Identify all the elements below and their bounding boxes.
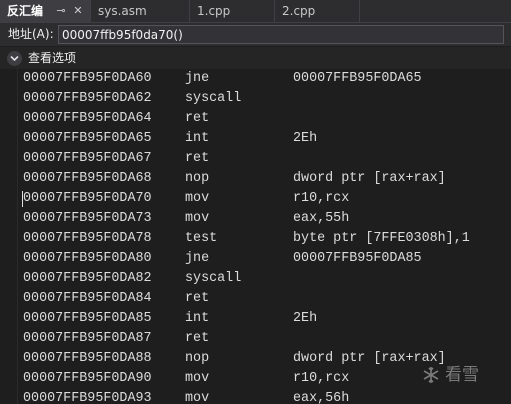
instruction-mnemonic: test — [185, 231, 218, 246]
disassembly-row[interactable]: 00007FFB95F0DA60 jne 00007FFB95F0DA65 — [0, 69, 511, 89]
watermark-text: 看雪 — [445, 365, 479, 385]
instruction-address: 00007FFB95F0DA60 — [23, 71, 152, 86]
instruction-mnemonic: ret — [185, 151, 210, 166]
chevron-down-icon[interactable] — [7, 51, 22, 66]
instruction-operands: eax,56h — [293, 391, 350, 404]
instruction-address: 00007FFB95F0DA73 — [23, 211, 152, 226]
instruction-address: 00007FFB95F0DA93 — [23, 391, 152, 404]
instruction-mnemonic: ret — [185, 291, 210, 306]
disassembly-row[interactable]: 00007FFB95F0DA87 ret — [0, 329, 511, 349]
disassembly-rows: 00007FFB95F0DA60 jne 00007FFB95F0DA65 00007… — [0, 69, 511, 404]
document-tab-strip: 反汇编 ⊸ ✕ sys.asm 1.cpp 2.cpp — [0, 0, 511, 23]
address-input[interactable] — [58, 25, 504, 44]
instruction-address: 00007FFB95F0DA70 — [23, 191, 152, 206]
disassembly-row[interactable]: 00007FFB95F0DA67 ret — [0, 149, 511, 169]
instruction-mnemonic: nop — [185, 351, 210, 366]
instruction-mnemonic: ret — [185, 331, 210, 346]
instruction-mnemonic: mov — [185, 371, 210, 386]
instruction-address: 00007FFB95F0DA88 — [23, 351, 152, 366]
instruction-address: 00007FFB95F0DA78 — [23, 231, 152, 246]
instruction-operands: 00007FFB95F0DA85 — [293, 251, 422, 266]
address-label: 地址(A): — [8, 27, 54, 41]
disassembly-row[interactable]: 00007FFB95F0DA80 jne 00007FFB95F0DA85 — [0, 249, 511, 269]
instruction-address: 00007FFB95F0DA64 — [23, 111, 152, 126]
instruction-mnemonic: jne — [185, 71, 210, 86]
tab-sys-asm-label: sys.asm — [98, 4, 147, 18]
tab-disassembly[interactable]: 反汇编 ⊸ ✕ — [0, 0, 91, 22]
instruction-operands: r10,rcx — [293, 371, 350, 386]
instruction-address: 00007FFB95F0DA80 — [23, 251, 152, 266]
disassembly-row[interactable]: 00007FFB95F0DA82 syscall — [0, 269, 511, 289]
disassembly-row[interactable]: 00007FFB95F0DA62 syscall — [0, 89, 511, 109]
view-options-label: 查看选项 — [28, 51, 77, 65]
instruction-address: 00007FFB95F0DA67 — [23, 151, 152, 166]
close-icon[interactable]: ✕ — [71, 0, 85, 22]
kanxue-logo-icon — [423, 367, 439, 383]
instruction-address: 00007FFB95F0DA65 — [23, 131, 152, 146]
disassembly-row[interactable]: 00007FFB95F0DA70 mov r10,rcx — [0, 189, 511, 209]
text-caret — [22, 191, 23, 207]
instruction-mnemonic: mov — [185, 391, 210, 404]
disassembly-row[interactable]: 00007FFB95F0DA93 mov eax,56h — [0, 389, 511, 404]
tab-sys-asm[interactable]: sys.asm — [91, 0, 190, 22]
address-bar: 地址(A): — [0, 23, 511, 46]
instruction-operands: dword ptr [rax+rax] — [293, 171, 446, 186]
disassembly-row[interactable]: 00007FFB95F0DA85 int 2Eh — [0, 309, 511, 329]
tab-2-cpp[interactable]: 2.cpp — [275, 0, 360, 22]
instruction-mnemonic: mov — [185, 211, 210, 226]
instruction-address: 00007FFB95F0DA82 — [23, 271, 152, 286]
tab-1-cpp[interactable]: 1.cpp — [190, 0, 275, 22]
instruction-address: 00007FFB95F0DA68 — [23, 171, 152, 186]
instruction-address: 00007FFB95F0DA87 — [23, 331, 152, 346]
instruction-operands: eax,55h — [293, 211, 350, 226]
instruction-address: 00007FFB95F0DA90 — [23, 371, 152, 386]
disassembly-row[interactable]: 00007FFB95F0DA73 mov eax,55h — [0, 209, 511, 229]
tab-disassembly-label: 反汇编 — [7, 4, 44, 18]
instruction-mnemonic: syscall — [185, 91, 242, 106]
disassembly-row[interactable]: 00007FFB95F0DA84 ret — [0, 289, 511, 309]
tab-1-cpp-label: 1.cpp — [197, 4, 231, 18]
instruction-mnemonic: ret — [185, 111, 210, 126]
pin-icon[interactable]: ⊸ — [54, 0, 68, 22]
instruction-address: 00007FFB95F0DA62 — [23, 91, 152, 106]
instruction-operands: byte ptr [7FFE0308h],1 — [293, 231, 470, 246]
instruction-mnemonic: int — [185, 131, 210, 146]
instruction-address: 00007FFB95F0DA84 — [23, 291, 152, 306]
instruction-mnemonic: nop — [185, 171, 210, 186]
instruction-address: 00007FFB95F0DA85 — [23, 311, 152, 326]
disassembly-row[interactable]: 00007FFB95F0DA65 int 2Eh — [0, 129, 511, 149]
view-options-bar[interactable]: 查看选项 — [0, 47, 511, 69]
disassembly-row[interactable]: 00007FFB95F0DA64 ret — [0, 109, 511, 129]
tab-2-cpp-label: 2.cpp — [282, 4, 316, 18]
instruction-operands: 00007FFB95F0DA65 — [293, 71, 422, 86]
instruction-mnemonic: jne — [185, 251, 210, 266]
disassembly-listing[interactable]: 00007FFB95F0DA60 jne 00007FFB95F0DA65 00007… — [0, 69, 511, 404]
instruction-operands: 2Eh — [293, 311, 318, 326]
instruction-operands: r10,rcx — [293, 191, 350, 206]
instruction-mnemonic: int — [185, 311, 210, 326]
instruction-mnemonic: syscall — [185, 271, 242, 286]
disassembly-row[interactable]: 00007FFB95F0DA68 nop dword ptr [rax+rax] — [0, 169, 511, 189]
instruction-operands: 2Eh — [293, 131, 318, 146]
instruction-mnemonic: mov — [185, 191, 210, 206]
disassembly-row[interactable]: 00007FFB95F0DA78 test byte ptr [7FFE0308h]… — [0, 229, 511, 249]
